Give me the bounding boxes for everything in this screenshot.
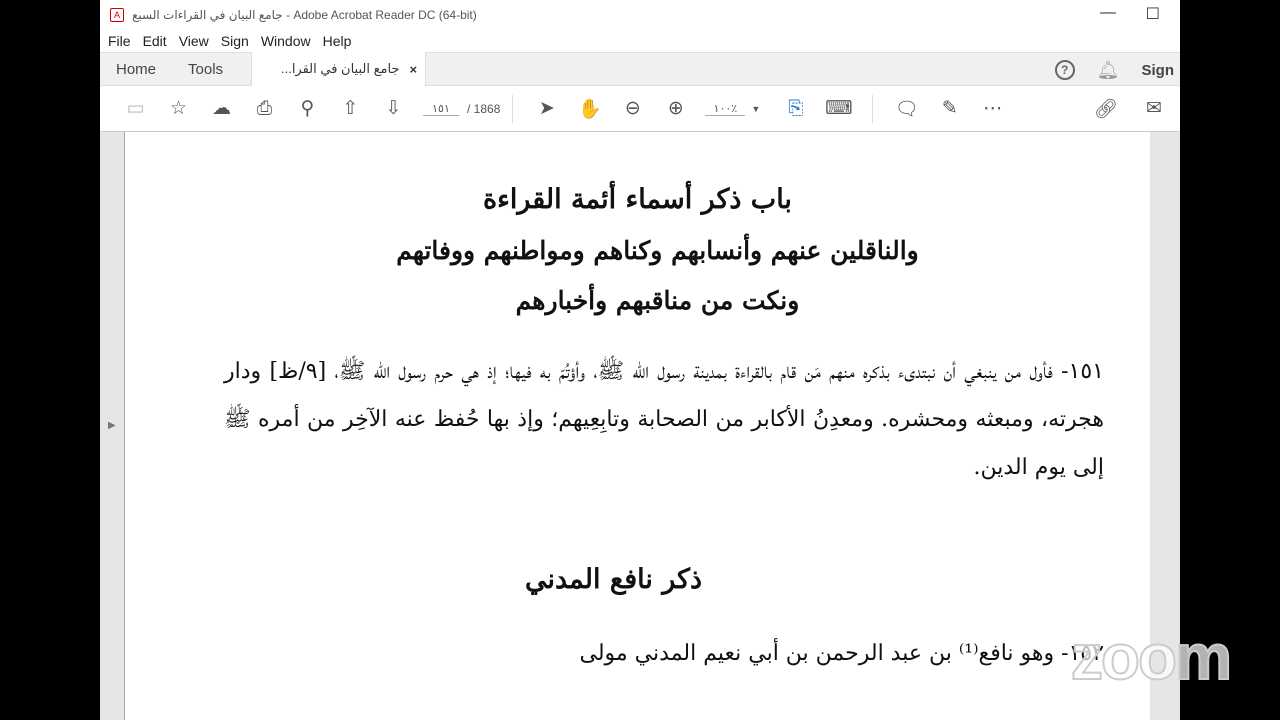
chapter-subheading: والناقلين عنهم وأنسابهم وكناهم ومواطنهم … (396, 236, 919, 265)
print-icon[interactable]: ⎙ (243, 98, 286, 120)
paragraph-152: ١٥٢- وهو نافع⁽¹⁾ بن عبد الرحمن بن أبي نع… (579, 641, 1105, 666)
chapter-subheading: ونكت من مناقبهم وأخبارهم (515, 286, 800, 315)
zoom-in-icon[interactable]: ⊕ (654, 97, 697, 120)
bookmark-star-icon[interactable]: ☆ (157, 97, 200, 120)
bell-icon[interactable]: 🔔︎ (1097, 60, 1120, 81)
section-heading: ذكر نافع المدني (524, 564, 703, 595)
acrobat-icon: A (110, 8, 124, 22)
upload-cloud-icon[interactable]: ☁ (200, 97, 243, 120)
pdf-page: باب ذكر أسماء أئمة القراءة والناقلين عنه… (124, 132, 1150, 720)
hand-tool-icon[interactable]: ✋ (568, 97, 611, 121)
more-tools-icon[interactable]: ⋯ (971, 97, 1014, 120)
menu-help[interactable]: Help (323, 33, 352, 49)
menu-bar: File Edit View Sign Window Help (100, 30, 1180, 52)
find-icon[interactable]: ⚲ (286, 97, 329, 120)
document-viewer[interactable]: ▶ باب ذكر أسماء أئمة القراءة والناقلين ع… (100, 132, 1180, 720)
zoom-watermark: zoom (1070, 620, 1233, 694)
email-icon[interactable]: ✉ (1146, 97, 1162, 120)
previous-page-icon[interactable]: ⇧ (329, 97, 372, 120)
tab-tools[interactable]: Tools (172, 61, 239, 78)
select-cursor-icon[interactable]: ➤ (525, 97, 568, 120)
paragraph-151: ١٥١- فأول من ينبغي أن نبتدىء بذكره منهم … (224, 359, 1104, 480)
help-icon[interactable]: ? (1054, 60, 1075, 80)
next-page-icon[interactable]: ⇩ (372, 97, 415, 120)
maximize-button[interactable]: ☐ (1146, 4, 1160, 24)
close-tab-icon[interactable]: × (409, 62, 417, 77)
zoom-dropdown-icon[interactable]: ▼ (751, 104, 760, 114)
comment-icon[interactable]: 🗨︎ (885, 97, 928, 121)
sign-in-button[interactable]: Sign (1142, 62, 1175, 79)
save-icon[interactable]: ▭ (114, 97, 157, 120)
divider (512, 94, 514, 123)
title-bar: A جامع البيان في القراءات السبع - Adobe … (100, 0, 1180, 30)
menu-sign[interactable]: Sign (221, 33, 249, 49)
document-tab-label: جامع البيان في القرا... (280, 61, 400, 76)
window-title: جامع البيان في القراءات السبع - Adobe Ac… (132, 8, 477, 22)
scroll-mode-icon[interactable]: ⌨ (817, 97, 860, 120)
zoom-out-icon[interactable]: ⊖ (611, 97, 654, 120)
minimize-button[interactable]: — (1100, 4, 1116, 22)
zoom-level-select[interactable]: ١٠٠٪ (705, 102, 746, 116)
fit-page-icon[interactable]: ⎘ (774, 98, 817, 120)
menu-edit[interactable]: Edit (143, 33, 167, 49)
highlight-pen-icon[interactable]: ✎ (928, 97, 971, 120)
chapter-heading: باب ذكر أسماء أئمة القراءة (483, 184, 792, 215)
menu-window[interactable]: Window (261, 33, 311, 49)
tab-document[interactable]: جامع البيان في القرا... × (251, 52, 427, 86)
page-total: / 1868 (467, 101, 501, 116)
page-number-input[interactable]: ١٥١ (423, 102, 459, 116)
share-link-icon[interactable]: 🔗︎ (1094, 97, 1118, 121)
acrobat-window: A جامع البيان في القراءات السبع - Adobe … (100, 0, 1180, 720)
tab-home[interactable]: Home (100, 61, 172, 78)
expand-panel-icon[interactable]: ▶ (108, 420, 116, 431)
menu-file[interactable]: File (108, 33, 131, 49)
menu-view[interactable]: View (179, 33, 209, 49)
tab-bar: Home Tools جامع البيان في القرا... × ? 🔔… (100, 52, 1180, 86)
toolbar: ▭ ☆ ☁ ⎙ ⚲ ⇧ ⇩ ١٥١ / 1868 ➤ ✋ ⊖ ⊕ ١٠٠٪ ▼ … (100, 86, 1180, 132)
divider (872, 94, 874, 123)
